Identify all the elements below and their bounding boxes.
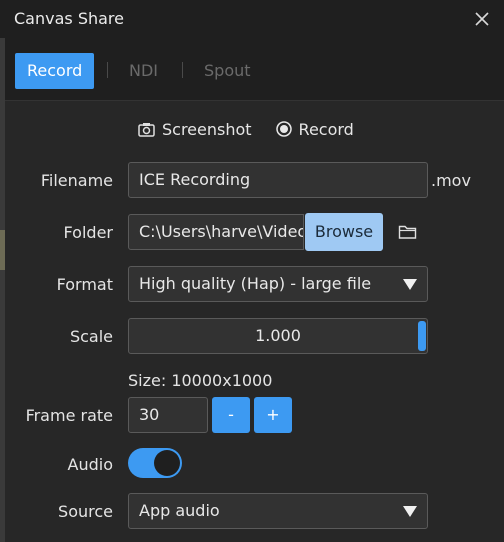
close-icon: [475, 12, 489, 26]
scale-value: 1.000: [255, 326, 301, 345]
screenshot-option-label: Screenshot: [162, 119, 252, 139]
format-dropdown[interactable]: High quality (Hap) - large file: [128, 266, 428, 302]
filename-extension: .mov: [431, 171, 471, 190]
tab-ndi[interactable]: NDI: [117, 53, 170, 89]
screenshot-option[interactable]: Screenshot: [138, 120, 252, 139]
tab-separator: [107, 62, 108, 78]
format-selected-value: High quality (Hap) - large file: [139, 274, 372, 293]
frame-rate-increment-button[interactable]: +: [254, 397, 292, 433]
format-label: Format: [56, 275, 113, 294]
folder-input[interactable]: C:\Users\harve\Videos: [128, 214, 304, 250]
chevron-down-icon: [403, 279, 417, 290]
tab-bar: Record NDI Spout: [5, 38, 504, 101]
tab-separator: [182, 62, 183, 78]
folder-icon: [398, 225, 417, 239]
tab-spout[interactable]: Spout: [192, 53, 263, 89]
close-button[interactable]: [470, 7, 494, 31]
source-selected-value: App audio: [139, 501, 220, 520]
filename-input[interactable]: ICE Recording: [128, 162, 428, 198]
chevron-down-icon: [403, 506, 417, 517]
title-bar: Canvas Share: [0, 0, 504, 39]
audio-toggle-knob: [154, 450, 180, 476]
scale-label: Scale: [69, 327, 113, 346]
audio-label: Audio: [67, 455, 113, 474]
frame-rate-decrement-button[interactable]: -: [212, 397, 250, 433]
camera-icon: [138, 122, 155, 137]
window-title: Canvas Share: [14, 9, 124, 28]
record-option-label: Record: [298, 119, 354, 139]
radio-selected-icon: [275, 121, 292, 137]
frame-rate-label: Frame rate: [25, 406, 113, 425]
scale-slider-thumb[interactable]: [418, 321, 426, 351]
filename-label: Filename: [40, 171, 113, 190]
background-preview-strip: [0, 230, 5, 270]
audio-toggle[interactable]: [128, 448, 182, 478]
tab-record[interactable]: Record: [15, 53, 95, 89]
source-label: Source: [58, 502, 113, 521]
record-option[interactable]: Record: [275, 119, 354, 139]
frame-rate-input[interactable]: 30: [128, 397, 208, 433]
folder-label: Folder: [63, 223, 113, 242]
scale-slider[interactable]: 1.000: [128, 318, 428, 354]
browse-button[interactable]: Browse: [305, 213, 383, 251]
output-size-text: Size: 10000x1000: [128, 371, 273, 390]
source-dropdown[interactable]: App audio: [128, 493, 428, 529]
canvas-share-window: Canvas Share Record NDI Spout Screenshot: [0, 0, 504, 542]
open-folder-button[interactable]: [398, 224, 417, 244]
mode-selector: Screenshot Record: [138, 118, 354, 140]
left-edge-strip: [0, 38, 5, 542]
